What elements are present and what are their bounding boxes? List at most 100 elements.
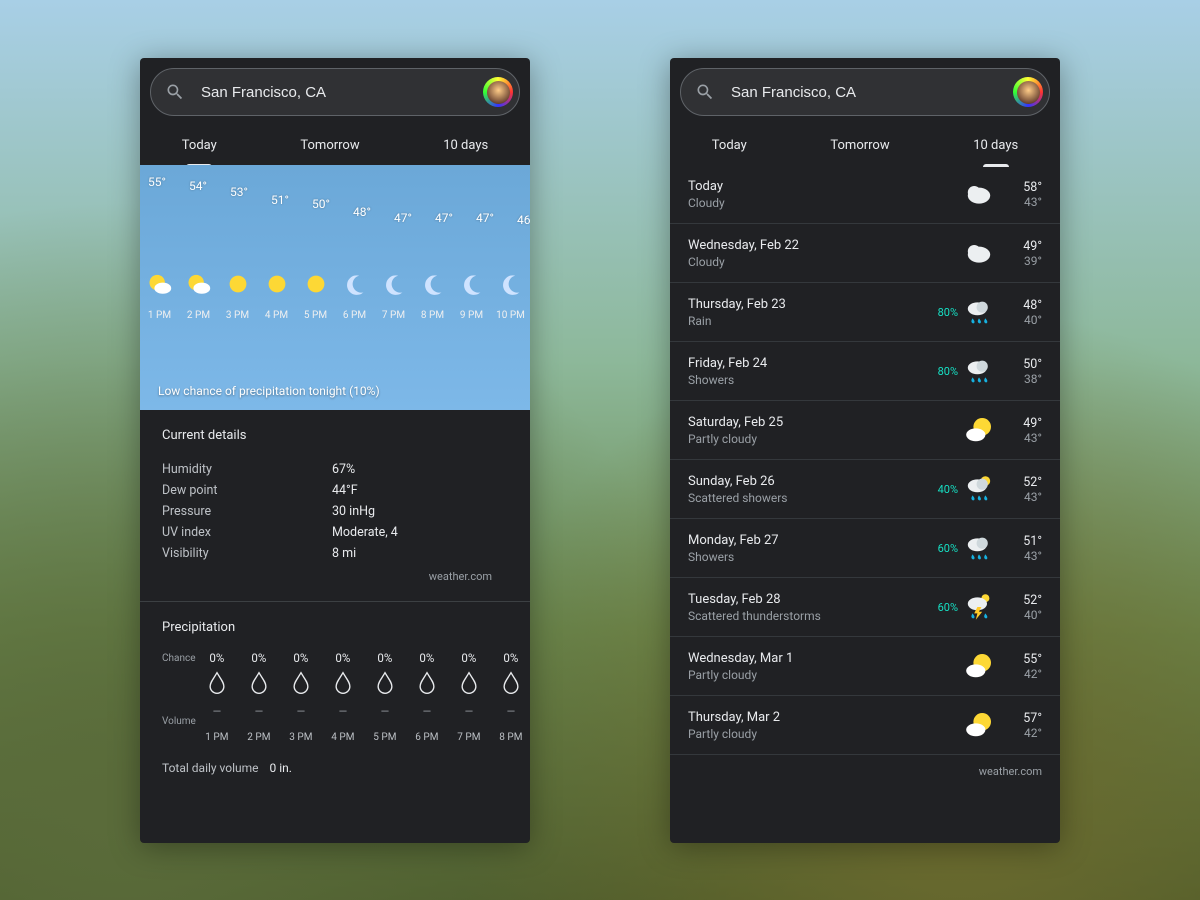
hour-label: 1 PM	[148, 310, 171, 321]
forecast-date: Tuesday, Feb 28	[688, 592, 930, 607]
hourly-cell[interactable]: 7 PM	[374, 270, 413, 321]
detail-key: Pressure	[162, 504, 332, 519]
detail-value: 67%	[332, 462, 355, 477]
hourly-temp: 53°	[230, 185, 248, 199]
hourly-cell[interactable]: 2 PM	[179, 270, 218, 321]
forecast-condition: Partly cloudy	[688, 668, 930, 682]
precip-time: 8 PM	[499, 732, 522, 743]
forecast-date: Monday, Feb 27	[688, 533, 930, 548]
precip-cell[interactable]: 0%—5 PM	[364, 651, 406, 743]
forecast-condition: Showers	[688, 373, 930, 387]
tab-tendays[interactable]: 10 days	[443, 128, 488, 165]
hourly-cell[interactable]: 5 PM	[296, 270, 335, 321]
forecast-condition: Partly cloudy	[688, 727, 930, 741]
tab-tomorrow[interactable]: Tomorrow	[830, 128, 889, 165]
detail-row: UV indexModerate, 4	[162, 522, 508, 543]
temp-low: 43°	[1006, 431, 1042, 445]
hour-label: 5 PM	[304, 310, 327, 321]
precip-cell[interactable]: 0%—4 PM	[322, 651, 364, 743]
precip-probability: 60%	[930, 601, 958, 614]
precip-cell[interactable]: 0%—8 PM	[490, 651, 530, 743]
forecast-row[interactable]: Monday, Feb 27Showers60%51°43°	[670, 519, 1060, 578]
hourly-cell[interactable]: 6 PM	[335, 270, 374, 321]
tab-tendays[interactable]: 10 days	[973, 128, 1018, 165]
precip-cell[interactable]: 0% — 2 PM	[238, 651, 280, 743]
forecast-row[interactable]: Wednesday, Feb 22Cloudy49°39°	[670, 224, 1060, 283]
precip-cell[interactable]: 0%—6 PM	[406, 651, 448, 743]
precip-volume: —	[297, 705, 306, 718]
hourly-cell[interactable]: 8 PM	[413, 270, 452, 321]
profile-avatar[interactable]	[483, 77, 513, 107]
forecast-row[interactable]: Tuesday, Feb 28Scattered thunderstorms60…	[670, 578, 1060, 637]
attribution-link[interactable]: weather.com	[162, 564, 508, 583]
partly-day-icon	[963, 650, 995, 682]
detail-row: Humidity67%	[162, 459, 508, 480]
drop-icon	[416, 671, 438, 695]
temp-low: 43°	[1006, 195, 1042, 209]
precip-cell[interactable]: 0%—1 PM	[196, 651, 238, 743]
forecast-row[interactable]: Thursday, Feb 23Rain80%48°40°	[670, 283, 1060, 342]
forecast-condition: Showers	[688, 550, 930, 564]
forecast-row[interactable]: Saturday, Feb 25Partly cloudy49°43°	[670, 401, 1060, 460]
search-input[interactable]	[199, 83, 483, 102]
precip-probability: 40%	[930, 483, 958, 496]
profile-avatar[interactable]	[1013, 77, 1043, 107]
sunny-icon	[263, 270, 291, 298]
rain-icon	[963, 532, 995, 564]
detail-value: 30 inHg	[332, 504, 375, 519]
precip-note: Low chance of precipitation tonight (10%…	[158, 384, 380, 398]
section-title: Current details	[162, 428, 508, 443]
forecast-condition: Cloudy	[688, 196, 930, 210]
precip-cell[interactable]: 0%—7 PM	[448, 651, 490, 743]
precip-chance: 0%	[251, 651, 266, 665]
forecast-row[interactable]: Thursday, Mar 2Partly cloudy57°42°	[670, 696, 1060, 755]
hourly-cell[interactable]: 4 PM	[257, 270, 296, 321]
forecast-date: Wednesday, Mar 1	[688, 651, 930, 666]
precip-time: 2 PM	[247, 732, 270, 743]
temp-high: 49°	[1006, 416, 1042, 431]
temp-low: 42°	[1006, 726, 1042, 740]
detail-key: Humidity	[162, 462, 332, 477]
temp-low: 39°	[1006, 254, 1042, 268]
tab-tomorrow[interactable]: Tomorrow	[300, 128, 359, 165]
hourly-cell[interactable]: 9 PM	[452, 270, 491, 321]
hourly-temp: 47°	[394, 211, 412, 225]
hourly-temp: 46°	[517, 213, 530, 227]
forecast-row[interactable]: Wednesday, Mar 1Partly cloudy55°42°	[670, 637, 1060, 696]
drop-icon	[206, 671, 228, 695]
temp-low: 43°	[1006, 549, 1042, 563]
precip-volume: —	[213, 705, 222, 718]
search-bar[interactable]	[150, 68, 520, 116]
search-input[interactable]	[729, 83, 1013, 102]
tab-today[interactable]: Today	[712, 128, 747, 165]
hour-label: 10 PM	[496, 310, 525, 321]
hourly-cell[interactable]: 1 PM	[140, 270, 179, 321]
attribution-link[interactable]: weather.com	[670, 755, 1060, 778]
precip-probability: 60%	[930, 542, 958, 555]
forecast-date: Friday, Feb 24	[688, 356, 930, 371]
weather-today-panel: Today Tomorrow 10 days 55°54°53°51°50°48…	[140, 58, 530, 843]
forecast-row[interactable]: TodayCloudy58°43°	[670, 165, 1060, 224]
precip-volume: —	[255, 705, 264, 718]
hour-label: 9 PM	[460, 310, 483, 321]
hourly-chart[interactable]: 55°54°53°51°50°48°47°47°47°46° 1 PM2 PM3…	[140, 165, 530, 410]
precip-chance: 0%	[293, 651, 308, 665]
precip-chance: 0%	[335, 651, 350, 665]
hourly-cell[interactable]: 3 PM	[218, 270, 257, 321]
tab-today[interactable]: Today	[182, 128, 217, 165]
hour-label: 8 PM	[421, 310, 444, 321]
sunny-icon	[302, 270, 330, 298]
temp-high: 52°	[1006, 475, 1042, 490]
temp-high: 50°	[1006, 357, 1042, 372]
search-bar[interactable]	[680, 68, 1050, 116]
precip-volume: —	[465, 705, 474, 718]
drop-icon	[458, 671, 480, 695]
search-icon	[165, 82, 185, 102]
precip-cell[interactable]: 0%—3 PM	[280, 651, 322, 743]
precip-volume: —	[507, 705, 516, 718]
hourly-cell[interactable]: 10 PM	[491, 270, 530, 321]
hour-label: 6 PM	[343, 310, 366, 321]
forecast-row[interactable]: Friday, Feb 24Showers80%50°38°	[670, 342, 1060, 401]
forecast-row[interactable]: Sunday, Feb 26Scattered showers40%52°43°	[670, 460, 1060, 519]
chance-label: Chance	[162, 653, 196, 664]
